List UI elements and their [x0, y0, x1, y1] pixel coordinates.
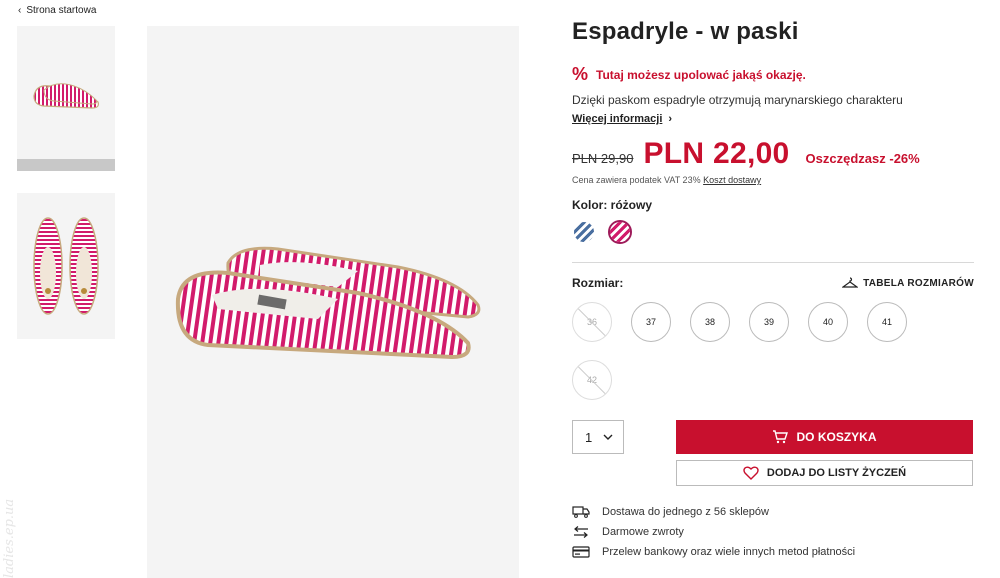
- size-option[interactable]: 38: [690, 302, 730, 342]
- size-label: Rozmiar:: [572, 276, 624, 290]
- size-option[interactable]: 39: [749, 302, 789, 342]
- breadcrumb[interactable]: ‹ Strona startowa: [18, 5, 96, 16]
- chevron-right-icon: ›: [668, 113, 673, 125]
- return-arrow-icon: [572, 526, 590, 538]
- chevron-left-icon: ‹: [18, 5, 22, 16]
- shoe-top-thumb-image: [33, 217, 99, 315]
- info-list: Dostawa do jednego z 56 sklepów Darmowe …: [572, 502, 855, 562]
- quantity-value: 1: [585, 429, 593, 445]
- size-option[interactable]: 36: [572, 302, 612, 342]
- vat-text: Cena zawiera podatek VAT 23%: [572, 175, 701, 185]
- cart-icon: [773, 430, 789, 444]
- size-table-label[interactable]: TABELA ROZMIARÓW: [863, 278, 974, 289]
- add-to-cart-button[interactable]: DO KOSZYKA: [676, 420, 973, 454]
- info-returns-text: Darmowe zwroty: [602, 526, 684, 538]
- size-table-link[interactable]: TABELA ROZMIARÓW: [842, 277, 974, 289]
- old-price: PLN 29,90: [572, 151, 634, 166]
- add-to-cart-label: DO KOSZYKA: [796, 430, 877, 444]
- hanger-icon: [842, 277, 859, 288]
- info-returns: Darmowe zwroty: [572, 522, 855, 542]
- thumbnail-gallery: [17, 26, 115, 339]
- product-panel: Espadryle - w paski % Tutaj możesz upolo…: [572, 18, 974, 558]
- thumbnail-side-view[interactable]: [17, 26, 115, 159]
- promo-text: Tutaj możesz upolować jakąś okazję.: [596, 67, 806, 82]
- size-option[interactable]: 41: [867, 302, 907, 342]
- info-delivery: Dostawa do jednego z 56 sklepów: [572, 502, 855, 522]
- size-option[interactable]: 37: [631, 302, 671, 342]
- espadrille-image: [175, 246, 481, 360]
- product-description: Dzięki paskom espadryle otrzymują maryna…: [572, 93, 903, 107]
- watermark: ladies.ep.ua: [2, 498, 17, 578]
- thumbnail-top-view[interactable]: [17, 193, 115, 339]
- add-to-wishlist-label: DODAJ DO LISTY ŻYCZEŃ: [766, 467, 907, 479]
- shipping-cost-link[interactable]: Koszt dostawy: [703, 175, 761, 185]
- percent-icon: %: [572, 64, 589, 84]
- breadcrumb-link[interactable]: Strona startowa: [26, 5, 96, 16]
- size-option[interactable]: 42: [572, 360, 612, 400]
- info-payment: Przelew bankowy oraz wiele innych metod …: [572, 542, 855, 562]
- color-label: Kolor: różowy: [572, 198, 652, 212]
- size-option[interactable]: 40: [808, 302, 848, 342]
- current-price: PLN 22,00: [643, 137, 790, 170]
- color-swatches: [572, 220, 974, 244]
- more-info-label[interactable]: Więcej informacji: [572, 113, 662, 125]
- quantity-select[interactable]: 1: [572, 420, 624, 454]
- main-product-image[interactable]: [147, 26, 519, 578]
- product-title: Espadryle - w paski: [572, 18, 799, 45]
- info-delivery-text: Dostawa do jednego z 56 sklepów: [602, 506, 769, 518]
- info-payment-text: Przelew bankowy oraz wiele innych metod …: [602, 546, 856, 558]
- price-row: PLN 29,90 PLN 22,00 Oszczędzasz -26%: [572, 137, 974, 171]
- card-icon: [572, 546, 590, 558]
- chevron-down-icon: [603, 434, 613, 440]
- more-info-link[interactable]: Więcej informacji ›: [572, 113, 974, 125]
- add-to-wishlist-button[interactable]: DODAJ DO LISTY ŻYCZEŃ: [676, 460, 973, 486]
- promo-banner: % Tutaj możesz upolować jakąś okazję.: [572, 64, 974, 85]
- size-options: 36 37 38 39 40 41 42: [572, 302, 912, 400]
- shoe-side-thumb-image: [33, 82, 99, 109]
- savings-badge: Oszczędzasz -26%: [805, 151, 920, 166]
- heart-icon: [743, 466, 759, 480]
- vat-note: Cena zawiera podatek VAT 23% Koszt dosta…: [572, 175, 974, 185]
- swatch-pink-striped[interactable]: [608, 220, 632, 244]
- size-header: Rozmiar: TABELA ROZMIARÓW: [572, 276, 974, 290]
- thumbnail-active-indicator: [17, 159, 115, 171]
- truck-icon: [572, 506, 590, 518]
- buy-row: 1 DO KOSZYKA: [572, 420, 973, 454]
- swatch-blue-striped[interactable]: [572, 220, 596, 244]
- divider: [572, 262, 974, 263]
